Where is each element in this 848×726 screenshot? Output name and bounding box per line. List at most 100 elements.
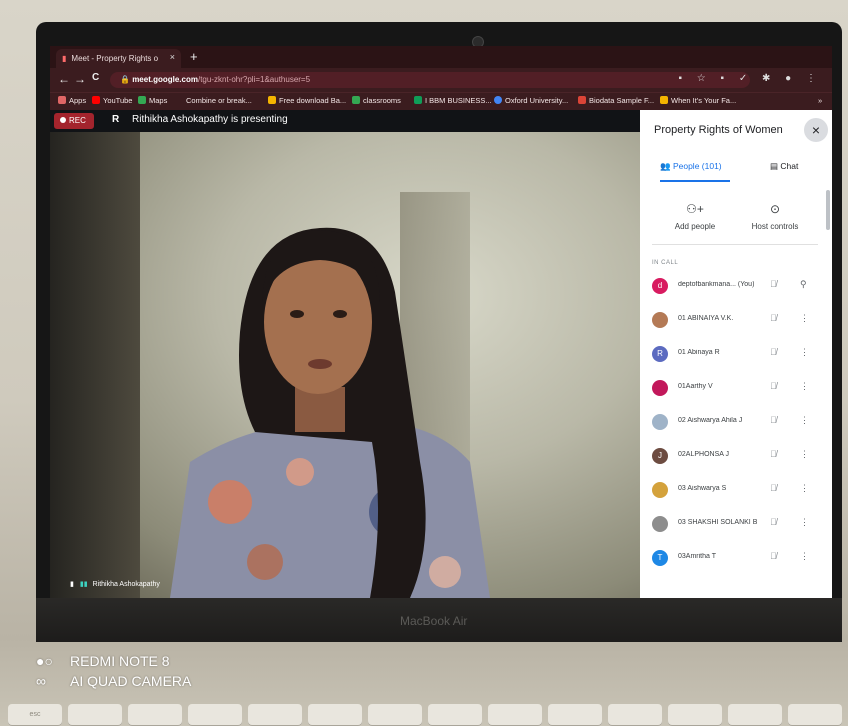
- tab-people[interactable]: 👥 People (101): [660, 152, 730, 182]
- bookmark-item[interactable]: classrooms: [352, 96, 401, 105]
- participant-row[interactable]: 02 Aishwarya Ahila J 🎙̸ ⋮: [652, 410, 822, 438]
- extensions-toolbar[interactable]: ▪ ☆ ▪ ✓ ✱ ● ⋮: [678, 73, 822, 84]
- keyboard-key: [488, 704, 542, 726]
- participant-name: 03 SHAKSHI SOLANKI B: [678, 519, 758, 526]
- bookmark-item[interactable]: Apps: [58, 96, 86, 105]
- participant-row[interactable]: R 01 Abinaya R 🎙̸ ⋮: [652, 342, 822, 370]
- more-options-icon[interactable]: ⋮: [800, 381, 809, 392]
- bookmark-item[interactable]: Combine or break...: [186, 96, 252, 105]
- panel-divider: [652, 244, 818, 245]
- url-path: /tgu-zknt-ohr?pli=1&authuser=5: [197, 75, 311, 84]
- back-button[interactable]: ←: [58, 72, 70, 86]
- laptop-brand: MacBook Air: [400, 614, 468, 628]
- avatar: [652, 312, 668, 328]
- biodata-icon: [578, 96, 586, 104]
- keyboard-key: [608, 704, 662, 726]
- avatar: R: [652, 346, 668, 362]
- pin-participant-icon[interactable]: ⚲: [800, 279, 807, 290]
- mic-off-icon: 🎙̸: [770, 551, 777, 561]
- keyboard-key: [248, 704, 302, 726]
- reload-button[interactable]: C: [92, 72, 99, 83]
- participant-row[interactable]: 03 SHAKSHI SOLANKI B 🎙̸ ⋮: [652, 512, 822, 540]
- participant-name: 02ALPHONSA J: [678, 451, 729, 458]
- browser-tabstrip: ▮ Meet - Property Rights o × +: [50, 46, 832, 68]
- bookmark-item[interactable]: I BBM BUSINESS...: [414, 96, 492, 105]
- url-input[interactable]: 🔒 meet.google.com/tgu-zknt-ohr?pli=1&aut…: [110, 72, 750, 88]
- keyboard-key: [788, 704, 842, 726]
- keyboard-key: esc: [8, 704, 62, 726]
- avatar: J: [652, 448, 668, 464]
- chat-icon: ▤: [770, 161, 781, 171]
- add-people-button[interactable]: ⚇+ Add people: [660, 202, 730, 231]
- lock-icon: 🔒: [120, 75, 133, 84]
- mic-off-icon: 🎙̸: [770, 483, 777, 493]
- participant-row[interactable]: 01Aarthy V 🎙̸ ⋮: [652, 376, 822, 404]
- avatar: T: [652, 550, 668, 566]
- more-options-icon[interactable]: ⋮: [800, 517, 809, 528]
- participant-name: 01 ABINAIYA V.K.: [678, 315, 734, 322]
- audio-level-icon: ▮▮: [79, 581, 88, 588]
- bookmark-item[interactable]: Biodata Sample F...: [578, 96, 654, 105]
- participant-name: 02 Aishwarya Ahila J: [678, 417, 743, 424]
- dual-circle-icon: ●○: [36, 653, 53, 669]
- maps-icon: [138, 96, 146, 104]
- participant-row[interactable]: T 03Amritha T 🎙̸ ⋮: [652, 546, 822, 574]
- participant-row[interactable]: 03 Aishwarya S 🎙̸ ⋮: [652, 478, 822, 506]
- bookmark-item[interactable]: Oxford University...: [494, 96, 568, 105]
- host-controls-button[interactable]: ⊙ Host controls: [740, 202, 810, 231]
- toggle-icon: ⊙: [769, 202, 781, 216]
- infinity-icon: ∞: [36, 673, 46, 689]
- more-options-icon[interactable]: ⋮: [800, 347, 809, 358]
- presenter-video: ▮ ▮▮ Rithikha Ashokapathy: [50, 132, 640, 598]
- tab-close-icon[interactable]: ×: [170, 52, 175, 62]
- new-tab-button[interactable]: +: [190, 49, 198, 64]
- keyboard-key: [188, 704, 242, 726]
- mic-off-icon: 🎙̸: [770, 415, 777, 425]
- classroom-icon: [352, 96, 360, 104]
- keyboard-key: [428, 704, 482, 726]
- avatar: d: [652, 278, 668, 294]
- participant-name: 03Amritha T: [678, 553, 716, 560]
- keyboard-key: [128, 704, 182, 726]
- pin-icon[interactable]: ▮: [70, 581, 74, 588]
- more-options-icon[interactable]: ⋮: [800, 551, 809, 562]
- youtube-icon: [92, 96, 100, 104]
- participant-row[interactable]: J 02ALPHONSA J 🎙̸ ⋮: [652, 444, 822, 472]
- tab-title: Meet - Property Rights o: [71, 54, 159, 63]
- participant-row[interactable]: 01 ABINAIYA V.K. 🎙̸ ⋮: [652, 308, 822, 336]
- bookmark-item[interactable]: Maps: [138, 96, 167, 105]
- more-bookmarks-icon[interactable]: »: [818, 96, 822, 105]
- avatar: [652, 414, 668, 430]
- more-options-icon[interactable]: ⋮: [800, 415, 809, 426]
- avatar: [652, 516, 668, 532]
- mic-off-icon: 🎙̸: [770, 381, 777, 391]
- more-options-icon[interactable]: ⋮: [800, 449, 809, 460]
- meet-topbar: REC R Rithikha Ashokapathy is presenting: [50, 110, 640, 132]
- meet-favicon-icon: ▮: [62, 54, 67, 63]
- tab-chat[interactable]: ▤ Chat: [770, 152, 820, 180]
- record-dot-icon: [60, 117, 66, 123]
- panel-close-button[interactable]: ×: [804, 118, 828, 142]
- flame-icon: [660, 96, 668, 104]
- participant-row[interactable]: d deptofbankmana... (You) 🎙̸ ⚲: [652, 274, 822, 302]
- more-options-icon[interactable]: ⋮: [800, 483, 809, 494]
- apps-icon: [58, 96, 66, 104]
- panel-title: Property Rights of Women: [654, 124, 783, 136]
- bookmarks-bar: Apps YouTube Maps Combine or break... Fr…: [50, 92, 832, 111]
- mic-off-icon: 🎙̸: [770, 313, 777, 323]
- keyboard-key: [728, 704, 782, 726]
- avatar: [652, 482, 668, 498]
- participant-name: deptofbankmana... (You): [678, 281, 755, 288]
- panel-scrollbar[interactable]: [826, 190, 830, 230]
- video-name-tag: ▮ ▮▮ Rithikha Ashokapathy: [70, 581, 160, 588]
- presenter-figure: [170, 227, 490, 598]
- camera-watermark: ●○ REDMI NOTE 8 ∞ AI QUAD CAMERA: [36, 653, 192, 689]
- keyboard-key: [308, 704, 362, 726]
- browser-tab-meet[interactable]: ▮ Meet - Property Rights o ×: [56, 49, 181, 68]
- bookmark-item[interactable]: When It's Your Fa...: [660, 96, 736, 105]
- more-options-icon[interactable]: ⋮: [800, 313, 809, 324]
- mic-off-icon: 🎙̸: [770, 347, 777, 357]
- bookmark-item[interactable]: Free download Ba...: [268, 96, 346, 105]
- bookmark-item[interactable]: YouTube: [92, 96, 132, 105]
- forward-button[interactable]: →: [74, 72, 86, 86]
